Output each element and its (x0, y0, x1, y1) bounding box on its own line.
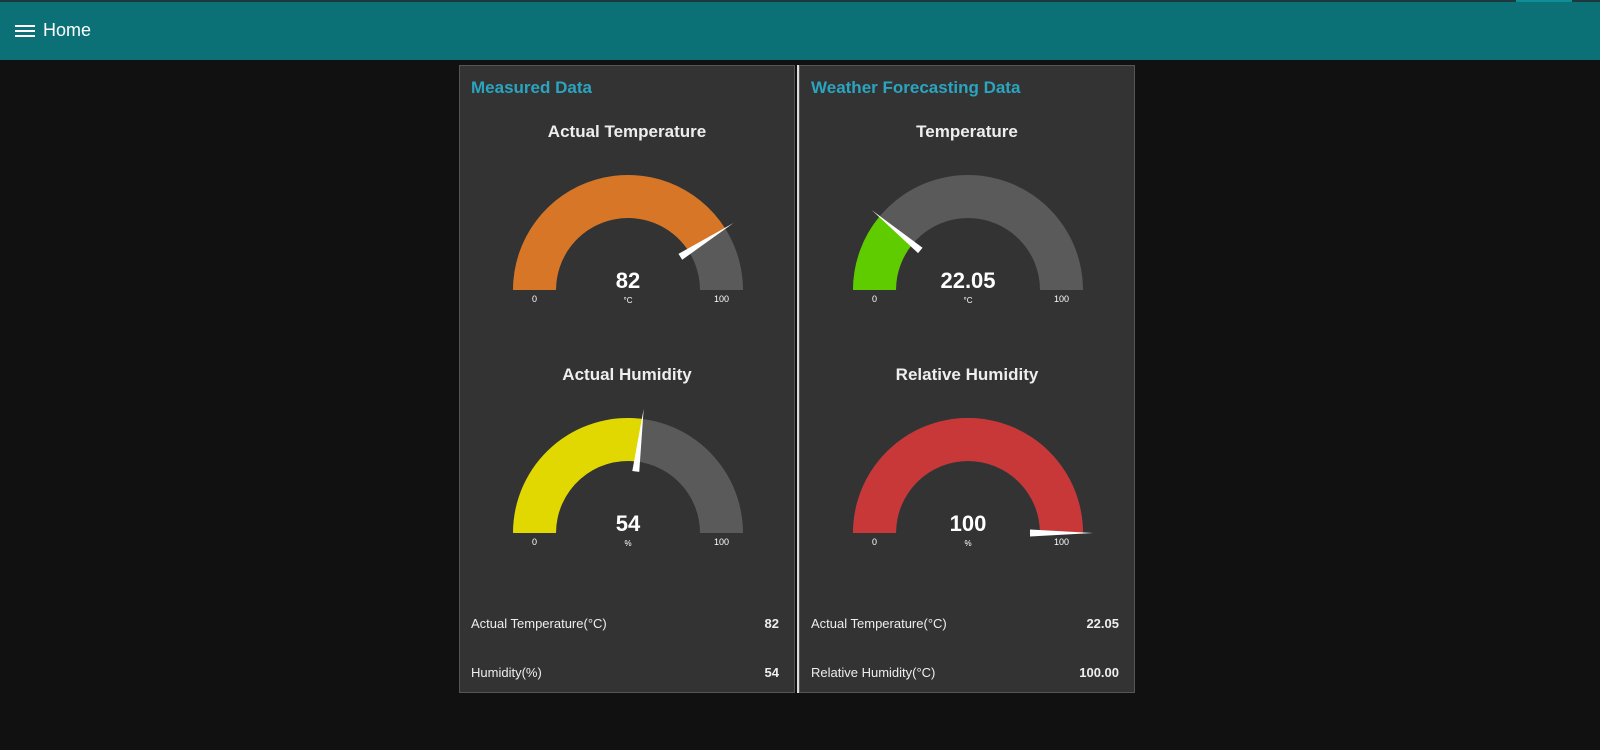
gauge-unit: % (964, 539, 971, 548)
gauge-value: 54 (616, 511, 641, 536)
gauge-title-relative-humidity: Relative Humidity (895, 365, 1039, 384)
gauge-title-temperature: Temperature (916, 122, 1018, 141)
row-label: Actual Temperature(°C) (471, 616, 607, 631)
row-value: 82 (764, 616, 779, 631)
gauge-max-label: 100 (714, 537, 729, 547)
group-title: Weather Forecasting Data (811, 78, 1021, 97)
row-label: Humidity(%) (471, 665, 542, 680)
gauge-title-actual-temperature: Actual Temperature (547, 122, 707, 141)
gauge-max-label: 100 (1054, 537, 1069, 547)
row-label: Actual Temperature(°C) (811, 616, 947, 631)
gauge-value: 100 (950, 511, 987, 536)
gauge-value: 22.05 (940, 268, 995, 293)
group-measured-data: Measured Data Actual Temperature 82 °C 0 10… (459, 65, 795, 693)
gauge-unit: °C (964, 296, 973, 305)
text-row-actual-temperature: Actual Temperature(°C) 22.05 (811, 616, 1119, 636)
row-value: 54 (764, 665, 779, 680)
text-row-actual-temperature: Actual Temperature(°C) 82 (471, 616, 779, 636)
gauge-min-label: 0 (532, 294, 537, 304)
top-bar-accent (1516, 0, 1572, 2)
gauge-max-label: 100 (714, 294, 729, 304)
gauge-title-actual-humidity: Actual Humidity (562, 365, 692, 384)
row-label: Relative Humidity(°C) (811, 665, 936, 680)
hamburger-menu-icon[interactable] (15, 24, 35, 40)
gauge-min-label: 0 (872, 294, 877, 304)
text-row-humidity: Humidity(%) 54 (471, 665, 779, 685)
gauge-actual-humidity: 54% 0 100 (513, 408, 743, 548)
gauge-min-label: 0 (532, 537, 537, 547)
row-value: 100.00 (1079, 665, 1119, 680)
gauge-max-label: 100 (1054, 294, 1069, 304)
gauge-unit: °C (624, 296, 633, 305)
gauge-actual-temperature: 82 °C 0 100 (513, 175, 743, 305)
page-title: Home (43, 20, 92, 40)
group-title: Measured Data (471, 78, 592, 97)
gauge-min-label: 0 (872, 537, 877, 547)
gauge-relative-humidity: 100% 0 100 (853, 418, 1093, 548)
gauge-unit: % (624, 539, 631, 548)
top-app-bar: Home (0, 0, 1600, 60)
text-row-relative-humidity: Relative Humidity(°C) 100.00 (811, 665, 1119, 685)
gauge-value: 82 (616, 268, 640, 293)
gauge-temperature: 22.05 °C 0 100 (853, 175, 1083, 305)
row-value: 22.05 (1086, 616, 1119, 631)
group-weather-forecasting-data: Weather Forecasting Data Temperature 22.… (799, 65, 1135, 693)
